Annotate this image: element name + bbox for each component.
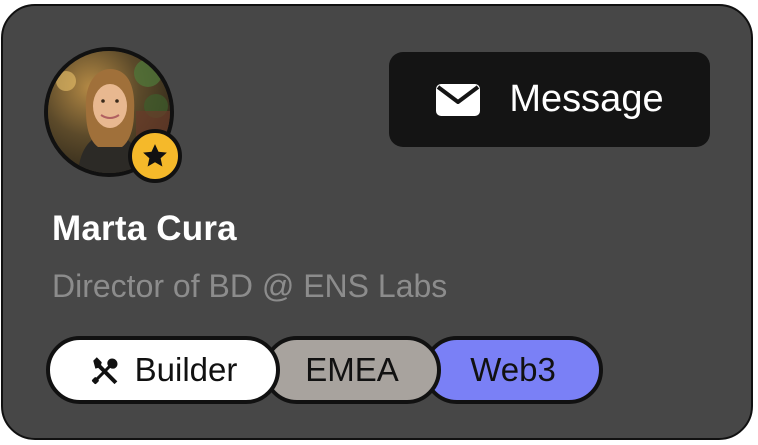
tag-list: Builder EMEA Web3 xyxy=(46,336,606,404)
message-button[interactable]: Message xyxy=(389,52,710,147)
tag-web3[interactable]: Web3 xyxy=(423,336,603,404)
message-button-label: Message xyxy=(509,78,664,120)
avatar-container xyxy=(44,47,182,183)
tag-web3-label: Web3 xyxy=(470,351,556,388)
star-badge xyxy=(128,129,182,183)
tag-emea[interactable]: EMEA xyxy=(263,336,441,404)
tools-icon xyxy=(91,357,118,385)
profile-card: Message Marta Cura Director of BD @ ENS … xyxy=(1,4,753,440)
envelope-icon xyxy=(436,83,481,116)
tag-builder[interactable]: Builder xyxy=(46,336,280,404)
tag-builder-label: Builder xyxy=(134,351,238,388)
profile-name: Marta Cura xyxy=(52,209,237,248)
profile-title: Director of BD @ ENS Labs xyxy=(52,268,448,304)
star-icon xyxy=(143,144,167,167)
tag-emea-label: EMEA xyxy=(305,351,399,388)
